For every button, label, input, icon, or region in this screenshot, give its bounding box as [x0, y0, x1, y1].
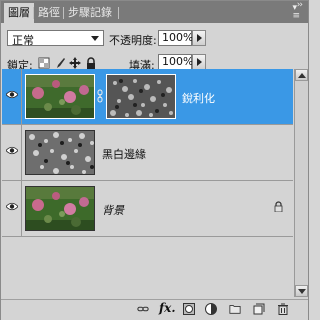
layer-row-bw-edges[interactable]: 黑白邊緣	[2, 125, 293, 181]
adjustment-layer-icon[interactable]	[205, 303, 217, 315]
opacity-slider-button[interactable]	[192, 30, 206, 46]
layers-list: 銳利化 黑白邊緣 背景	[2, 69, 293, 297]
panel-bottom-bar: fx.	[1, 299, 308, 320]
layer-divider	[21, 181, 22, 236]
lock-all-icon[interactable]	[85, 57, 97, 69]
fx-layer-style-icon[interactable]: fx.	[159, 301, 176, 315]
layer-thumbnail[interactable]	[25, 186, 95, 231]
panel-menu-icon[interactable]: ▾ ≡	[292, 4, 300, 21]
new-layer-icon[interactable]	[253, 303, 265, 315]
link-layers-icon[interactable]	[137, 303, 149, 315]
visibility-eye-icon[interactable]	[6, 202, 18, 211]
trash-icon[interactable]	[277, 303, 289, 315]
layer-name[interactable]: 銳利化	[182, 90, 215, 106]
layer-mask-thumbnail[interactable]	[106, 74, 176, 119]
scroll-down-button[interactable]	[295, 285, 308, 297]
blend-mode-select[interactable]: 正常	[7, 30, 104, 47]
layers-scrollbar[interactable]	[294, 69, 308, 297]
tab-layers[interactable]: 圖層	[4, 3, 34, 23]
link-chain-icon[interactable]	[97, 89, 103, 103]
layer-thumbnail[interactable]	[25, 130, 95, 175]
tab-paths[interactable]: 路徑	[34, 3, 64, 23]
layer-name[interactable]: 黑白邊緣	[102, 146, 146, 162]
tab-divider	[118, 7, 119, 19]
folder-group-icon[interactable]	[229, 303, 241, 315]
layer-lock-icon	[274, 201, 283, 212]
lock-position-icon[interactable]	[69, 57, 81, 69]
layer-name[interactable]: 背景	[102, 202, 124, 218]
chevron-down-icon	[91, 36, 99, 41]
scroll-up-button[interactable]	[295, 69, 308, 81]
blend-mode-value: 正常	[12, 34, 34, 47]
fill-slider-button[interactable]	[192, 54, 206, 70]
layer-divider	[21, 69, 22, 124]
layer-row-background[interactable]: 背景	[2, 181, 293, 237]
layer-row-sharpen[interactable]: 銳利化	[2, 69, 293, 125]
panel-tab-bar: 圖層 路徑 步驟記錄 ›› ▾ ≡	[1, 0, 308, 23]
add-mask-icon[interactable]	[183, 303, 195, 315]
visibility-eye-icon[interactable]	[6, 146, 18, 155]
visibility-eye-icon[interactable]	[6, 90, 18, 99]
fill-field[interactable]: 100%	[158, 54, 193, 70]
opacity-label: 不透明度:	[109, 34, 157, 47]
tab-history[interactable]: 步驟記錄	[64, 3, 116, 23]
layers-panel: 圖層 路徑 步驟記錄 ›› ▾ ≡ 正常 不透明度: 100% 鎖定: 填滿: 1…	[0, 0, 309, 320]
layer-divider	[21, 125, 22, 180]
layer-thumbnail[interactable]	[25, 74, 95, 119]
lock-transparency-icon[interactable]	[38, 57, 50, 69]
opacity-field[interactable]: 100%	[158, 30, 193, 46]
lock-image-pixels-icon[interactable]	[54, 57, 66, 69]
